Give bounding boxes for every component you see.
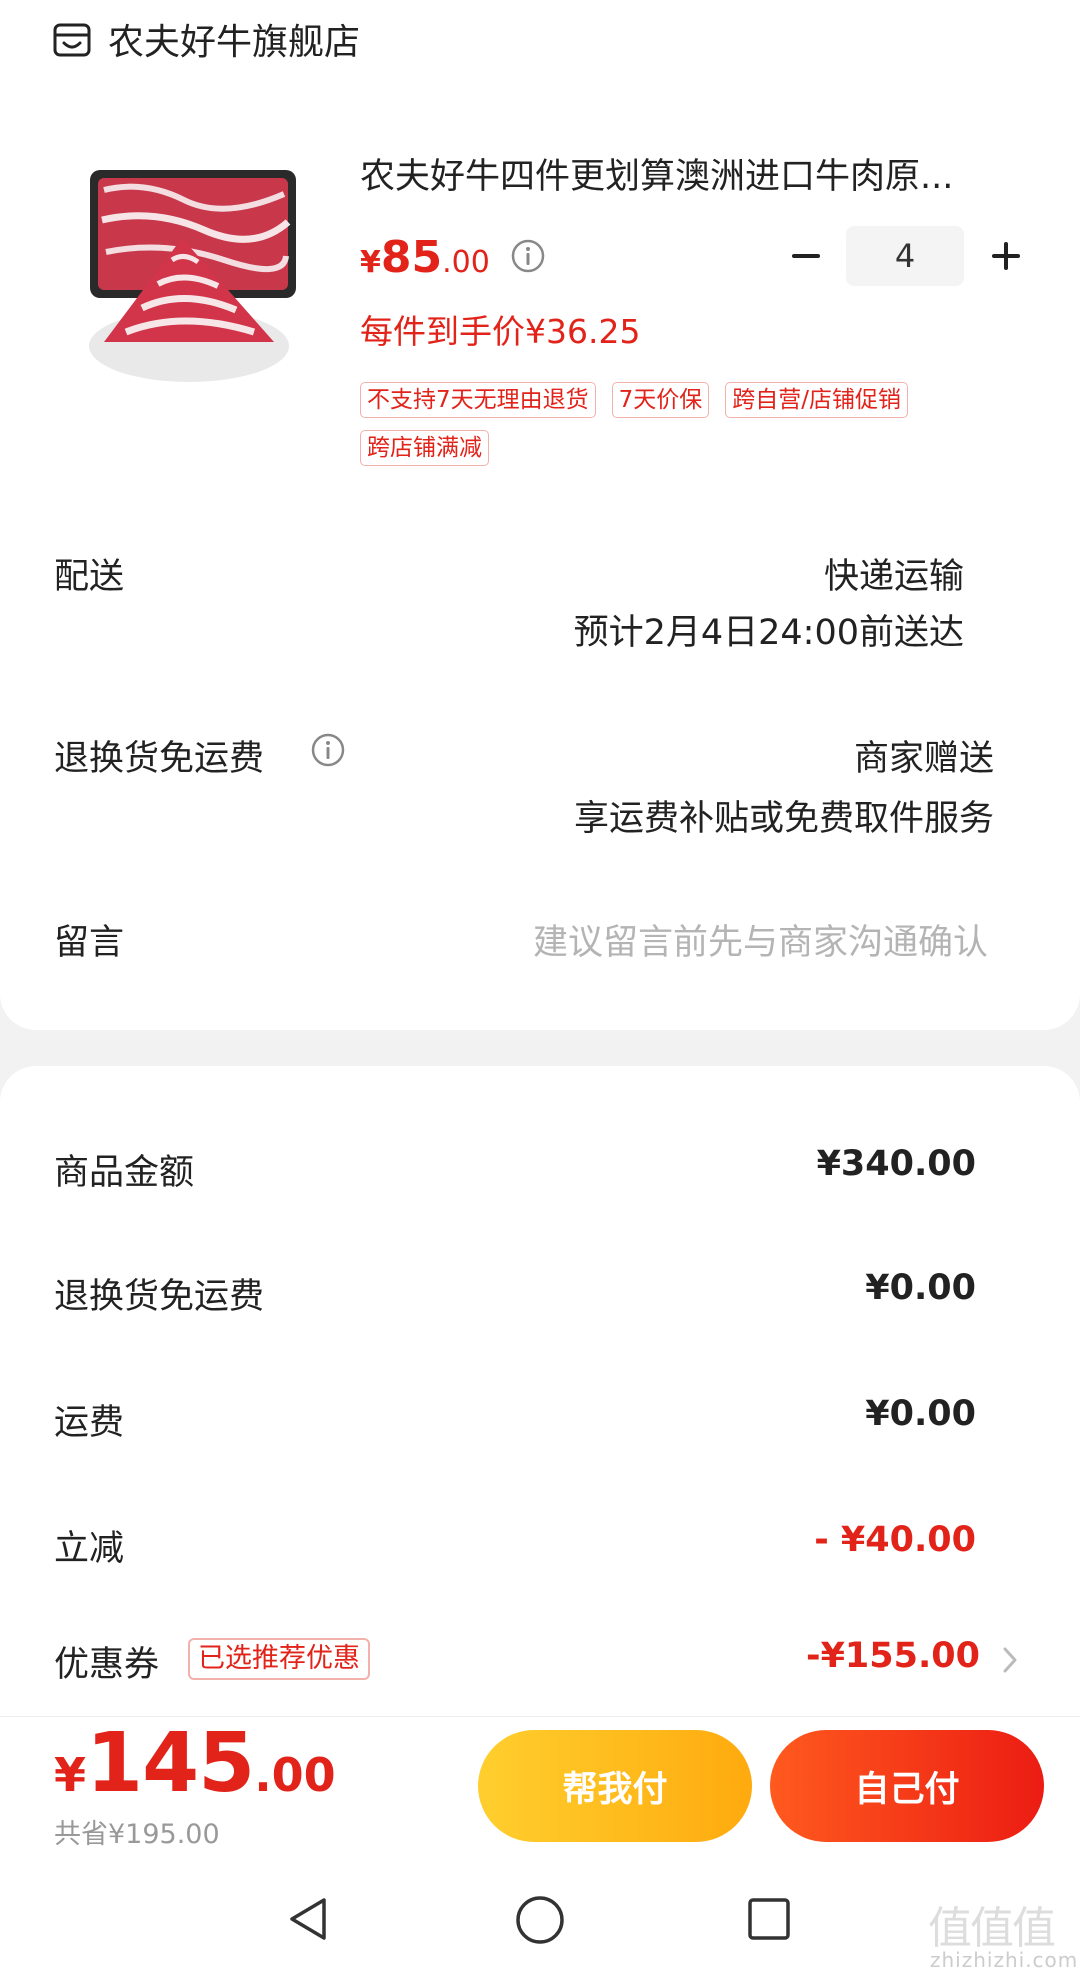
return-shipping-label: 退换货免运费 bbox=[54, 739, 265, 779]
price-info-icon[interactable] bbox=[510, 238, 546, 274]
watermark-logo: 值值值 bbox=[928, 1903, 1056, 1954]
delivery-method[interactable]: 快递运输 bbox=[824, 548, 964, 599]
return-shipping-value: 商家赠送 bbox=[853, 739, 994, 779]
discount-label: 立减 bbox=[54, 1529, 125, 1569]
self-pay-button[interactable]: 自己付 bbox=[770, 1730, 1044, 1842]
total-symbol: ¥ bbox=[54, 1748, 87, 1802]
total-price: ¥ 145 .00 bbox=[54, 1716, 336, 1811]
discount-value: - ¥40.00 bbox=[814, 1520, 976, 1560]
goods-amount-value: ¥340.00 bbox=[816, 1144, 976, 1184]
coupon-label[interactable]: 优惠券 bbox=[54, 1636, 159, 1687]
help-pay-button[interactable]: 帮我付 bbox=[478, 1730, 752, 1842]
service-tag: 跨店铺满减 bbox=[360, 430, 489, 466]
price-decimal: .00 bbox=[442, 245, 490, 280]
total-decimal: .00 bbox=[254, 1748, 336, 1802]
return-shipping-desc: 享运费补贴或免费取件服务 bbox=[573, 799, 994, 839]
shop-icon bbox=[53, 23, 91, 57]
service-tag: 跨自营/店铺促销 bbox=[725, 382, 909, 418]
shop-header[interactable]: 农夫好牛旗舰店 bbox=[52, 14, 360, 64]
return-fee-value: ¥0.00 bbox=[865, 1268, 976, 1308]
chevron-right-icon[interactable] bbox=[1000, 1644, 1020, 1676]
unit-price: 每件到手价¥36.25 bbox=[360, 312, 641, 351]
price-int: 85 bbox=[380, 232, 443, 283]
minus-icon[interactable] bbox=[786, 236, 826, 276]
product-price: ¥ 85 .00 bbox=[360, 232, 490, 283]
goods-amount-label: 商品金额 bbox=[54, 1153, 195, 1193]
total-int: 145 bbox=[86, 1716, 255, 1811]
watermark-url: zhizhizhi.com bbox=[930, 1948, 1079, 1972]
return-fee-label: 退换货免运费 bbox=[54, 1277, 265, 1317]
coupon-value[interactable]: -¥155.00 bbox=[806, 1636, 980, 1676]
shipping-fee-label: 运费 bbox=[54, 1403, 125, 1443]
service-tags: 不支持7天无理由退货 7天价保 跨自营/店铺促销 跨店铺满减 bbox=[360, 382, 1020, 466]
message-input[interactable]: 建议留言前先与商家沟通确认 bbox=[533, 914, 988, 965]
coupon-badge: 已选推荐优惠 bbox=[188, 1638, 370, 1680]
return-info-icon[interactable] bbox=[310, 732, 346, 768]
product-title[interactable]: 农夫好牛四件更划算澳洲进口牛肉原... bbox=[360, 148, 1020, 199]
shipping-fee-value: ¥0.00 bbox=[865, 1394, 976, 1434]
message-label: 留言 bbox=[54, 923, 125, 963]
home-icon[interactable] bbox=[514, 1894, 566, 1946]
service-tag: 不支持7天无理由退货 bbox=[360, 382, 596, 418]
plus-icon[interactable] bbox=[986, 236, 1026, 276]
product-image[interactable] bbox=[84, 160, 304, 390]
quantity-input[interactable]: 4 bbox=[846, 226, 964, 286]
price-symbol: ¥ bbox=[360, 245, 381, 280]
recent-apps-icon[interactable] bbox=[746, 1896, 792, 1942]
back-icon[interactable] bbox=[284, 1894, 334, 1944]
saved-amount: 共省¥195.00 bbox=[54, 1819, 220, 1850]
delivery-eta: 预计2月4日24:00前送达 bbox=[573, 613, 964, 653]
delivery-label: 配送 bbox=[54, 557, 125, 597]
shop-name: 农夫好牛旗舰店 bbox=[108, 22, 361, 63]
service-tag: 7天价保 bbox=[611, 382, 710, 418]
